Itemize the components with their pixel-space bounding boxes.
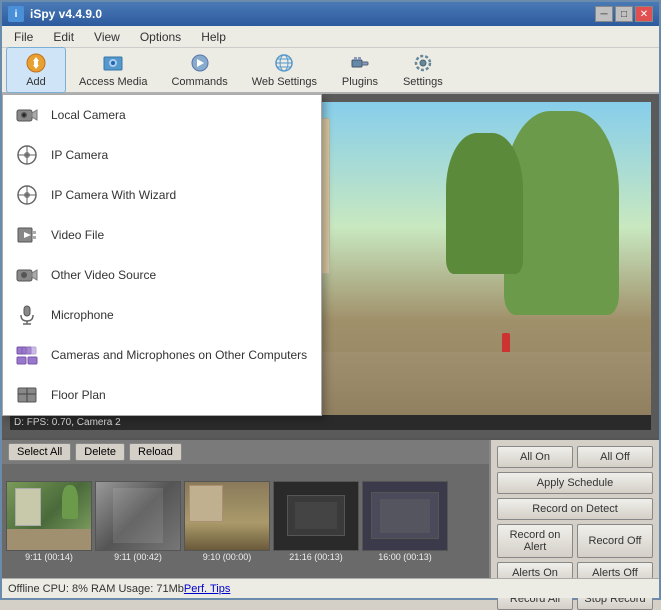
menu-edit[interactable]: Edit — [45, 28, 82, 46]
floor-plan-icon — [15, 383, 39, 407]
thumbnail-2[interactable]: 9:11 (00:42) — [95, 481, 181, 562]
video-file-label: Video File — [51, 228, 104, 242]
local-camera-label: Local Camera — [51, 108, 126, 122]
perf-tips-link[interactable]: Perf. Tips — [184, 583, 230, 595]
menu-view[interactable]: View — [86, 28, 128, 46]
menu-ip-camera-wizard[interactable]: IP Camera With Wizard — [3, 175, 321, 215]
ip-camera-icon — [15, 143, 39, 167]
status-text: Offline CPU: 8% RAM Usage: 71Mb — [8, 583, 184, 595]
status-bar: Offline CPU: 8% RAM Usage: 71Mb Perf. Ti… — [2, 578, 659, 598]
toolbar-commands[interactable]: Commands — [160, 47, 238, 93]
select-all-button[interactable]: Select All — [8, 443, 71, 461]
main-window: i iSpy v4.4.9.0 ─ □ ✕ File Edit View Opt… — [0, 0, 661, 600]
maximize-button[interactable]: □ — [615, 6, 633, 22]
add-icon — [25, 52, 47, 74]
plugins-icon — [349, 52, 371, 74]
ip-camera-wizard-icon — [15, 183, 39, 207]
toolbar: Add Access Media Commands — [2, 48, 659, 94]
thumb-label-3: 9:10 (00:00) — [203, 552, 252, 562]
thumbnail-3[interactable]: 9:10 (00:00) — [184, 481, 270, 562]
thumb-image-3 — [184, 481, 270, 551]
ip-camera-label: IP Camera — [51, 148, 108, 162]
main-content: FPS: 0.70 8/21/2013 10:56 AM D: FPS: 0.7… — [2, 94, 659, 438]
microphone-icon — [15, 303, 39, 327]
window-title: iSpy v4.4.9.0 — [30, 7, 102, 21]
menu-other-video[interactable]: Other Video Source — [3, 255, 321, 295]
btn-row-3: Record on Detect — [497, 498, 653, 520]
toolbar-add[interactable]: Add — [6, 47, 66, 93]
other-video-icon — [15, 263, 39, 287]
thumb-label-4: 21:16 (00:13) — [289, 552, 343, 562]
menu-video-file[interactable]: Video File — [3, 215, 321, 255]
thumb-image-1 — [6, 481, 92, 551]
thumb-label-5: 16:00 (00:13) — [378, 552, 432, 562]
thumbnails-area: Select All Delete Reload 9:11 (00:14) — [2, 440, 489, 578]
ip-camera-wizard-label: IP Camera With Wizard — [51, 188, 176, 202]
all-off-button[interactable]: All Off — [577, 446, 653, 468]
right-panel: All On All Off Apply Schedule Record on … — [489, 440, 659, 578]
access-media-icon — [102, 52, 124, 74]
menu-microphone[interactable]: Microphone — [3, 295, 321, 335]
toolbar-settings[interactable]: Settings — [392, 47, 454, 93]
video-file-icon — [15, 223, 39, 247]
thumb-label-1: 9:11 (00:14) — [25, 552, 73, 562]
apply-schedule-button[interactable]: Apply Schedule — [497, 472, 653, 494]
delete-button[interactable]: Delete — [75, 443, 125, 461]
btn-row-2: Apply Schedule — [497, 472, 653, 494]
camera-footer-text: D: FPS: 0.70, Camera 2 — [14, 417, 121, 428]
toolbar-access-media[interactable]: Access Media — [68, 47, 158, 93]
add-dropdown-menu: Local Camera IP Camera — [2, 94, 322, 416]
thumb-label-2: 9:11 (00:42) — [114, 552, 162, 562]
menu-floor-plan[interactable]: Floor Plan — [3, 375, 321, 415]
thumb-image-5 — [362, 481, 448, 551]
floor-plan-label: Floor Plan — [51, 388, 106, 402]
scene-tree2 — [446, 133, 523, 274]
bottom-section: Select All Delete Reload 9:11 (00:14) — [2, 438, 659, 578]
thumbnail-5[interactable]: 16:00 (00:13) — [362, 481, 448, 562]
menu-ip-camera[interactable]: IP Camera — [3, 135, 321, 175]
toolbar-access-media-label: Access Media — [79, 76, 147, 88]
thumb-controls: Select All Delete Reload — [2, 440, 489, 464]
record-off-button[interactable]: Record Off — [577, 524, 653, 558]
record-on-detect-button[interactable]: Record on Detect — [497, 498, 653, 520]
close-button[interactable]: ✕ — [635, 6, 653, 22]
toolbar-plugins[interactable]: Plugins — [330, 47, 390, 93]
menu-local-camera[interactable]: Local Camera — [3, 95, 321, 135]
minimize-button[interactable]: ─ — [595, 6, 613, 22]
record-on-alert-button[interactable]: Record on Alert — [497, 524, 573, 558]
thumbnail-1[interactable]: 9:11 (00:14) — [6, 481, 92, 562]
toolbar-plugins-label: Plugins — [342, 76, 378, 88]
thumbnail-4[interactable]: 21:16 (00:13) — [273, 481, 359, 562]
thumbnails-row: 9:11 (00:14) 9:11 (00:42) 9:10 — [2, 464, 489, 578]
app-icon: i — [8, 6, 24, 22]
toolbar-commands-label: Commands — [171, 76, 227, 88]
toolbar-add-label: Add — [26, 76, 46, 88]
commands-icon — [189, 52, 211, 74]
menu-file[interactable]: File — [6, 28, 41, 46]
title-bar: i iSpy v4.4.9.0 ─ □ ✕ — [2, 2, 659, 26]
cameras-other-computers-label: Cameras and Microphones on Other Compute… — [51, 348, 307, 362]
menu-help[interactable]: Help — [193, 28, 234, 46]
btn-row-1: All On All Off — [497, 446, 653, 468]
title-bar-left: i iSpy v4.4.9.0 — [8, 6, 102, 22]
thumb-image-2 — [95, 481, 181, 551]
reload-button[interactable]: Reload — [129, 443, 182, 461]
camera-footer: D: FPS: 0.70, Camera 2 — [10, 415, 651, 430]
thumb-image-4 — [273, 481, 359, 551]
menu-options[interactable]: Options — [132, 28, 189, 46]
menu-cameras-other-computers[interactable]: Cameras and Microphones on Other Compute… — [3, 335, 321, 375]
settings-icon — [412, 52, 434, 74]
microphone-label: Microphone — [51, 308, 114, 322]
other-video-label: Other Video Source — [51, 268, 156, 282]
btn-row-4: Record on Alert Record Off — [497, 524, 653, 558]
cameras-other-computers-icon — [15, 343, 39, 367]
all-on-button[interactable]: All On — [497, 446, 573, 468]
toolbar-web-settings-label: Web Settings — [252, 76, 317, 88]
local-camera-icon — [15, 103, 39, 127]
toolbar-settings-label: Settings — [403, 76, 443, 88]
web-settings-icon — [273, 52, 295, 74]
toolbar-web-settings[interactable]: Web Settings — [241, 47, 328, 93]
title-controls: ─ □ ✕ — [595, 6, 653, 22]
menu-bar: File Edit View Options Help — [2, 26, 659, 48]
